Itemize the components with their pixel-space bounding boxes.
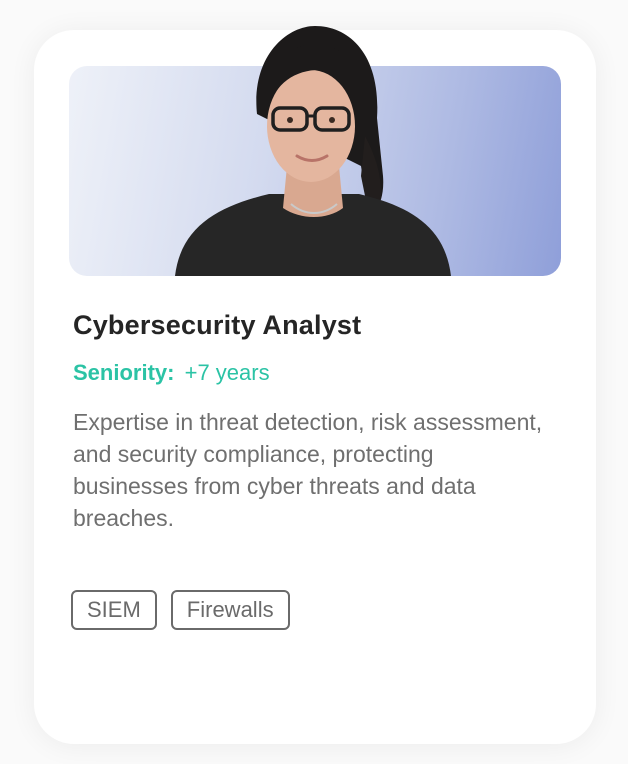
- profile-card: Cybersecurity Analyst Seniority: +7 year…: [34, 26, 596, 744]
- role-description: Expertise in threat detection, risk asse…: [73, 409, 543, 531]
- seniority-label: Seniority:: [73, 360, 175, 385]
- profile-photo-banner: [69, 26, 561, 276]
- role-title: Cybersecurity Analyst: [73, 310, 362, 340]
- skill-tags: SIEM Firewalls: [71, 590, 290, 630]
- profile-photo: [175, 26, 451, 276]
- seniority-line: Seniority: +7 years: [73, 360, 270, 386]
- seniority-value: +7 years: [184, 360, 270, 385]
- tag-siem: SIEM: [71, 590, 157, 630]
- tag-firewalls: Firewalls: [170, 590, 290, 630]
